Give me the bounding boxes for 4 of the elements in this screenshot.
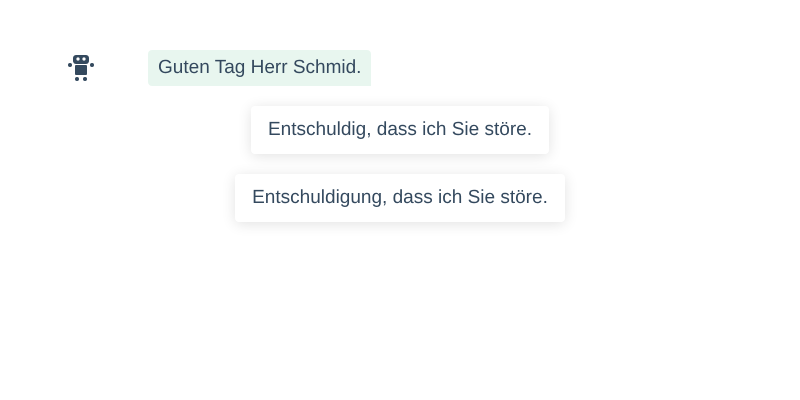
chat-message: Guten Tag Herr Schmid. [148, 50, 372, 86]
answer-option[interactable]: Entschuldigung, dass ich Sie störe. [235, 174, 565, 222]
robot-icon [67, 53, 95, 83]
answer-option[interactable]: Entschuldig, dass ich Sie störe. [250, 106, 550, 154]
